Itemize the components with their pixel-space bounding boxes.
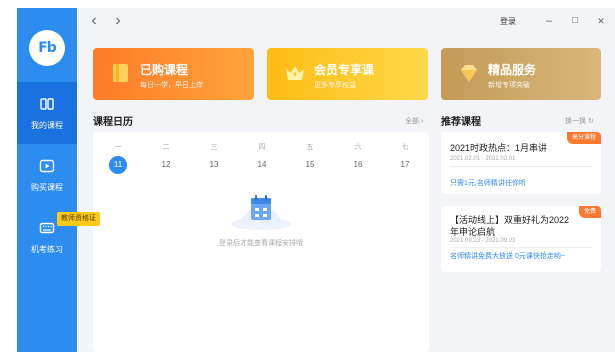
sidebar-item-buy-courses[interactable]: 购买课程: [17, 144, 77, 206]
app-logo: Fb: [29, 30, 65, 66]
course-desc: 名师精讲免费大放送 0元课快抢走哟~: [450, 253, 565, 260]
calendar-day[interactable]: 12: [157, 156, 175, 174]
calendar-day-today[interactable]: 11: [109, 156, 127, 174]
weekday-label: 五: [306, 144, 314, 151]
recommended-title: 推荐课程: [441, 117, 481, 128]
app-window: Fb 我的课程 购买课程 机考练习 教师资格证 ‹ › 登录 – □ ✕ 已购课…: [17, 8, 615, 352]
title-bar: ‹ › 登录 – □ ✕: [77, 8, 615, 34]
refresh-link[interactable]: 换一换 ↻: [565, 116, 594, 126]
video-play-icon: [39, 159, 55, 173]
recommended-course-card[interactable]: 免费 【活动线上】双重好礼为2022年申论启航 2021.09.23 - 202…: [441, 206, 601, 272]
weekday-label: 三: [210, 144, 218, 151]
card-title: 已购课程: [140, 63, 189, 77]
calendar-all-link[interactable]: 全部 ›: [405, 116, 423, 126]
calendar-day[interactable]: 15: [301, 156, 319, 174]
back-button[interactable]: ‹: [87, 12, 101, 30]
weekday-label: 二: [162, 144, 170, 151]
course-calendar: 一 二 三 四 五 六 七 11 12 13 14 15 16 17 登录后才能…: [93, 132, 429, 352]
card-subtitle: 新增专项突破: [488, 82, 530, 89]
course-title: 【活动线上】双重好礼为2022年申论启航: [450, 215, 570, 237]
sidebar-item-label: 机考练习: [31, 245, 63, 254]
maximize-button[interactable]: □: [567, 12, 583, 30]
close-button[interactable]: ✕: [593, 12, 609, 30]
course-title: 2021时政热点：1月串讲: [450, 143, 548, 153]
card-purchased-courses[interactable]: 已购课程 每日一学，早日上岸: [93, 48, 254, 100]
book-icon: [113, 64, 128, 82]
divider: [450, 166, 592, 167]
minimize-button[interactable]: –: [541, 12, 557, 30]
weekday-label: 六: [354, 144, 362, 151]
calendar-day[interactable]: 13: [205, 156, 223, 174]
card-title: 会员专享课: [314, 63, 375, 77]
sidebar-item-my-courses[interactable]: 我的课程: [17, 82, 77, 144]
sidebar: Fb 我的课程 购买课程 机考练习: [17, 8, 77, 352]
card-title: 精品服务: [488, 63, 537, 77]
sidebar-item-label: 购买课程: [31, 183, 63, 192]
course-desc: 只需1元,名师精讲任你听: [450, 180, 526, 187]
forward-button[interactable]: ›: [111, 12, 125, 30]
calendar-day[interactable]: 17: [396, 156, 414, 174]
weekday-label: 一: [114, 144, 122, 151]
weekday-label: 七: [401, 144, 409, 151]
card-subtitle: 每日一学，早日上岸: [140, 82, 203, 89]
calendar-title: 课程日历: [93, 117, 133, 128]
card-member-courses[interactable]: 会员专享课 更多专享权益: [267, 48, 428, 100]
calendar-day[interactable]: 16: [349, 156, 367, 174]
calendar-day[interactable]: 14: [253, 156, 271, 174]
book-icon: [40, 98, 54, 110]
sidebar-item-label: 我的课程: [31, 121, 63, 130]
divider: [450, 247, 592, 248]
tooltip-teacher-cert: 教师资格证: [57, 212, 100, 226]
login-button[interactable]: 登录: [500, 16, 516, 27]
calendar-empty-text: 登录后才能查看课程安排哦: [219, 240, 303, 247]
keyboard-icon: [39, 222, 55, 234]
course-badge: 免费: [578, 206, 601, 218]
weekday-label: 四: [258, 144, 266, 151]
recommended-course-card[interactable]: 高分课程 2021时政热点：1月串讲 2021.02.01 - 2021.02.…: [441, 132, 601, 194]
crown-icon: [286, 66, 304, 80]
course-date: 2021.02.01 - 2021.02.01: [450, 156, 516, 162]
diamond-icon: [461, 65, 477, 82]
card-subtitle: 更多专享权益: [314, 82, 356, 89]
card-premium-service[interactable]: 精品服务 新增专项突破: [441, 48, 601, 100]
empty-calendar-illustration: [231, 195, 291, 230]
course-date: 2021.09.23 - 2021.09.23: [450, 238, 516, 244]
